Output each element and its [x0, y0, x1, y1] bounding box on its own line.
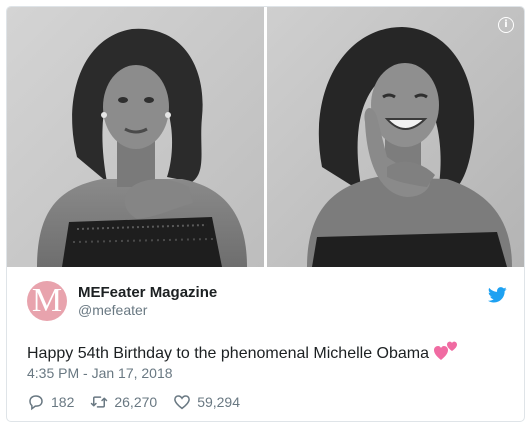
- tweet-actions: 182 26,270 59,294: [27, 391, 256, 413]
- tweet-media[interactable]: i: [7, 7, 524, 267]
- tweet-text: Happy 54th Birthday to the phenomenal Mi…: [27, 340, 458, 363]
- author-handle[interactable]: @mefeater: [78, 302, 147, 318]
- author-name[interactable]: MEFeater Magazine: [78, 284, 217, 301]
- twitter-bird-icon[interactable]: [488, 287, 507, 303]
- reply-icon: [29, 395, 43, 411]
- photo-right[interactable]: [267, 7, 524, 267]
- embedded-tweet-card[interactable]: i M MEFeater Magazine @mefeater Happy 54…: [6, 6, 525, 422]
- info-icon[interactable]: i: [498, 17, 514, 33]
- photo-left[interactable]: [7, 7, 264, 267]
- avatar[interactable]: M: [27, 281, 67, 321]
- reply-count: 182: [51, 394, 75, 410]
- two-hearts-icon: [434, 341, 458, 360]
- reply-button[interactable]: 182: [27, 393, 74, 411]
- avatar-letter: M: [31, 282, 63, 319]
- retweet-button[interactable]: 26,270: [90, 393, 157, 411]
- portrait-image-right: [267, 7, 524, 267]
- retweet-count: 26,270: [114, 394, 158, 410]
- like-count: 59,294: [197, 394, 241, 410]
- tweet-timestamp[interactable]: 4:35 PM - Jan 17, 2018: [27, 365, 173, 381]
- portrait-image-left: [7, 7, 264, 267]
- heart-icon: [174, 395, 191, 410]
- tweet-author: M MEFeater Magazine @mefeater: [27, 281, 507, 321]
- tweet-text-content: Happy 54th Birthday to the phenomenal Mi…: [27, 345, 430, 362]
- like-button[interactable]: 59,294: [173, 393, 240, 411]
- retweet-icon: [91, 396, 108, 408]
